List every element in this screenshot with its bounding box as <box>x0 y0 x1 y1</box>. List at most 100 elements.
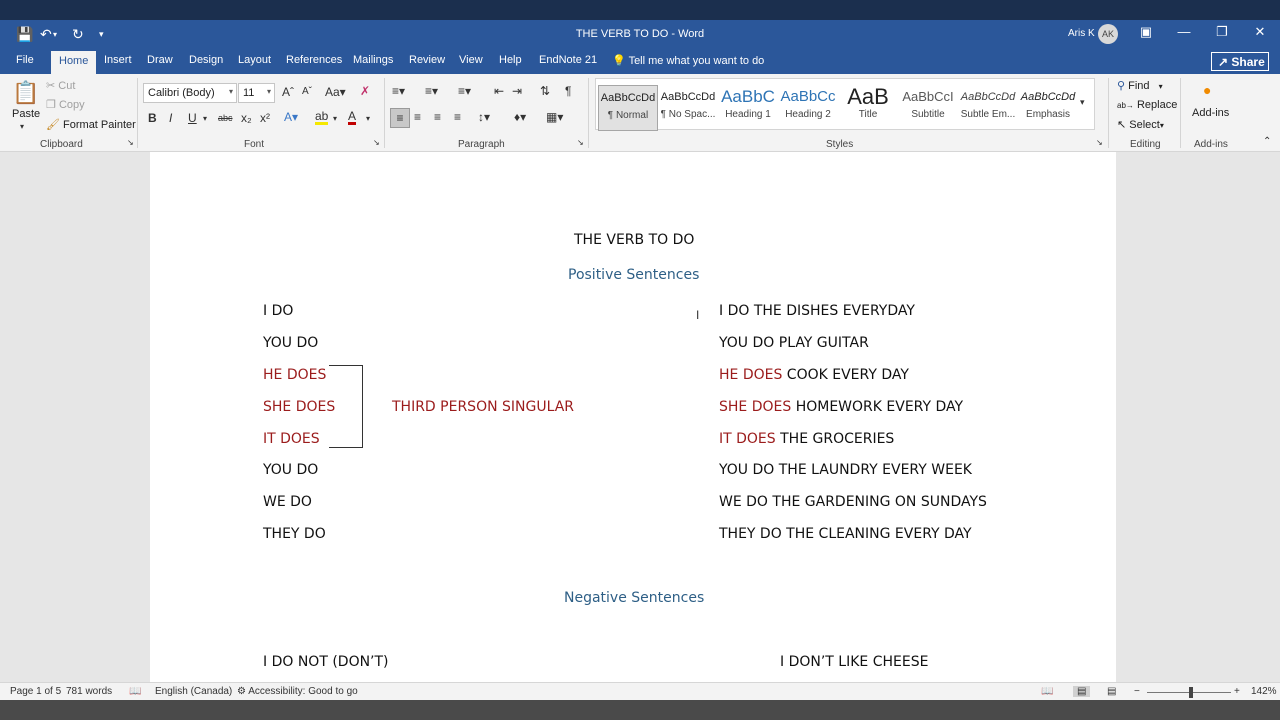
collapse-ribbon-icon[interactable]: ⌃ <box>1263 136 1271 147</box>
style-title[interactable]: AaB Title <box>838 85 898 131</box>
shrink-font-icon[interactable]: Aˇ <box>302 86 312 97</box>
tab-insert[interactable]: Insert <box>104 54 132 66</box>
select-button[interactable]: ↖ Select▾ <box>1117 118 1164 131</box>
find-button[interactable]: ⚲ Find ▾ <box>1117 79 1163 92</box>
tab-draw[interactable]: Draw <box>147 54 173 66</box>
align-center-icon[interactable]: ≡ <box>414 110 421 124</box>
right-line[interactable]: IT DOES THE GROCERIES <box>719 431 894 447</box>
tab-design[interactable]: Design <box>189 54 223 66</box>
font-name-combo[interactable]: Calibri (Body) ▾ <box>143 83 237 103</box>
word-count[interactable]: 781 words <box>66 686 112 697</box>
negative-left-line[interactable]: I DO NOT (DON’T) <box>263 654 389 670</box>
style-no-spacing[interactable]: AaBbCcDd ¶ No Spac... <box>658 85 718 131</box>
font-size-combo[interactable]: 11 ▾ <box>238 83 275 103</box>
copy-button[interactable]: ❐ Copy <box>46 98 85 111</box>
print-layout-icon[interactable]: ▤ <box>1073 686 1091 697</box>
style-emphasis[interactable]: AaBbCcDd Emphasis <box>1018 85 1078 131</box>
left-line[interactable]: WE DO <box>263 494 312 510</box>
document-area[interactable]: THE VERB TO DO Positive Sentences I DO Y… <box>0 152 1280 682</box>
style-subtle-emphasis[interactable]: AaBbCcDd Subtle Em... <box>958 85 1018 131</box>
paragraph-launcher-icon[interactable]: ↘ <box>577 138 584 147</box>
font-launcher-icon[interactable]: ↘ <box>373 138 380 147</box>
sort-icon[interactable]: ⇅ <box>540 84 550 98</box>
page-count[interactable]: Page 1 of 5 <box>10 686 61 697</box>
italic-icon[interactable]: I <box>169 111 172 125</box>
tab-home[interactable]: Home <box>51 51 97 74</box>
change-case-icon[interactable]: Aa▾ <box>325 85 346 99</box>
left-line[interactable]: I DO <box>263 303 293 319</box>
left-line[interactable]: YOU DO <box>263 462 318 478</box>
tab-help[interactable]: Help <box>499 54 522 66</box>
styles-launcher-icon[interactable]: ↘ <box>1096 138 1103 147</box>
increase-indent-icon[interactable]: ⇥ <box>512 84 522 98</box>
bold-icon[interactable]: B <box>148 111 157 125</box>
grow-font-icon[interactable]: Aˆ <box>282 85 294 99</box>
highlight-dropdown-icon[interactable]: ▾ <box>333 114 337 123</box>
decrease-indent-icon[interactable]: ⇤ <box>494 84 504 98</box>
paste-button[interactable]: Paste <box>12 108 40 120</box>
subscript-icon[interactable]: x₂ <box>241 111 252 125</box>
underline-icon[interactable]: U <box>188 111 197 125</box>
style-subtitle[interactable]: AaBbCcI Subtitle <box>898 85 958 131</box>
tell-me-search[interactable]: 💡 Tell me what you want to do <box>612 54 764 67</box>
web-layout-icon[interactable]: ▤ <box>1107 686 1116 697</box>
line-spacing-icon[interactable]: ↕▾ <box>478 110 490 124</box>
multilevel-list-icon[interactable]: ≡▾ <box>458 84 471 98</box>
tab-view[interactable]: View <box>459 54 483 66</box>
heading-positive[interactable]: Positive Sentences <box>568 267 699 283</box>
zoom-slider-thumb[interactable] <box>1189 687 1193 698</box>
heading-negative[interactable]: Negative Sentences <box>564 590 704 606</box>
format-painter-button[interactable]: 🖌 Format Painter <box>46 118 136 131</box>
font-color-icon[interactable]: A <box>348 110 357 125</box>
paste-icon[interactable]: 📋 <box>12 80 39 106</box>
right-line[interactable]: I DO THE DISHES EVERYDAY <box>719 303 915 319</box>
strikethrough-icon[interactable]: abc <box>218 113 233 123</box>
tab-layout[interactable]: Layout <box>238 54 271 66</box>
left-line[interactable]: THEY DO <box>263 526 326 542</box>
clipboard-launcher-icon[interactable]: ↘ <box>127 138 134 147</box>
document-page[interactable]: THE VERB TO DO Positive Sentences I DO Y… <box>150 152 1116 682</box>
left-line-third-person[interactable]: HE DOES <box>263 367 326 383</box>
tab-references[interactable]: References <box>286 54 342 66</box>
language[interactable]: English (Canada) <box>155 686 232 697</box>
zoom-level[interactable]: 142% <box>1251 686 1277 697</box>
style-normal[interactable]: AaBbCcDd ¶ Normal <box>598 85 658 131</box>
left-line-third-person[interactable]: IT DOES <box>263 431 320 447</box>
clear-formatting-icon[interactable]: ✗ <box>360 84 370 98</box>
negative-right-line[interactable]: I DON’T LIKE CHEESE <box>780 654 928 670</box>
ribbon-display-options-icon[interactable]: ▣ <box>1136 24 1156 40</box>
numbering-icon[interactable]: ≡▾ <box>425 84 438 98</box>
read-mode-icon[interactable]: 📖 <box>1041 686 1053 697</box>
right-line[interactable]: THEY DO THE CLEANING EVERY DAY <box>719 526 972 542</box>
right-line[interactable]: YOU DO PLAY GUITAR <box>719 335 869 351</box>
left-line-third-person[interactable]: SHE DOES <box>263 399 335 415</box>
cut-button[interactable]: ✂ Cut <box>46 79 75 92</box>
right-line[interactable]: SHE DOES HOMEWORK EVERY DAY <box>719 399 963 415</box>
tab-endnote[interactable]: EndNote 21 <box>539 54 597 66</box>
addins-button[interactable]: Add-ins <box>1192 107 1229 119</box>
tab-mailings[interactable]: Mailings <box>353 54 393 66</box>
restore-icon[interactable]: ❐ <box>1212 24 1232 40</box>
align-right-icon[interactable]: ≡ <box>434 110 441 124</box>
style-heading-1[interactable]: AaBbC Heading 1 <box>718 85 778 131</box>
addins-icon[interactable]: ● <box>1203 82 1211 98</box>
text-effects-icon[interactable]: A▾ <box>284 110 298 124</box>
align-left-icon[interactable]: ≡ <box>390 108 410 128</box>
shading-icon[interactable]: ♦▾ <box>514 110 526 124</box>
superscript-icon[interactable]: x² <box>260 111 270 125</box>
right-line[interactable]: HE DOES COOK EVERY DAY <box>719 367 909 383</box>
right-line[interactable]: YOU DO THE LAUNDRY EVERY WEEK <box>719 462 972 478</box>
paste-dropdown-icon[interactable]: ▾ <box>20 122 24 131</box>
borders-icon[interactable]: ▦▾ <box>546 110 563 124</box>
style-heading-2[interactable]: AaBbCc Heading 2 <box>778 85 838 131</box>
bullets-icon[interactable]: ≡▾ <box>392 84 405 98</box>
tab-file[interactable]: File <box>16 54 34 66</box>
zoom-out-icon[interactable]: − <box>1134 686 1140 697</box>
avatar[interactable]: AK <box>1098 24 1118 44</box>
share-button[interactable]: ↗ Share ▾ <box>1211 52 1269 82</box>
user-name[interactable]: Aris K <box>1068 28 1095 39</box>
replace-button[interactable]: ab→ Replace <box>1117 99 1177 111</box>
left-line[interactable]: YOU DO <box>263 335 318 351</box>
font-color-dropdown-icon[interactable]: ▾ <box>366 114 370 123</box>
show-formatting-marks-icon[interactable]: ¶ <box>565 84 571 98</box>
